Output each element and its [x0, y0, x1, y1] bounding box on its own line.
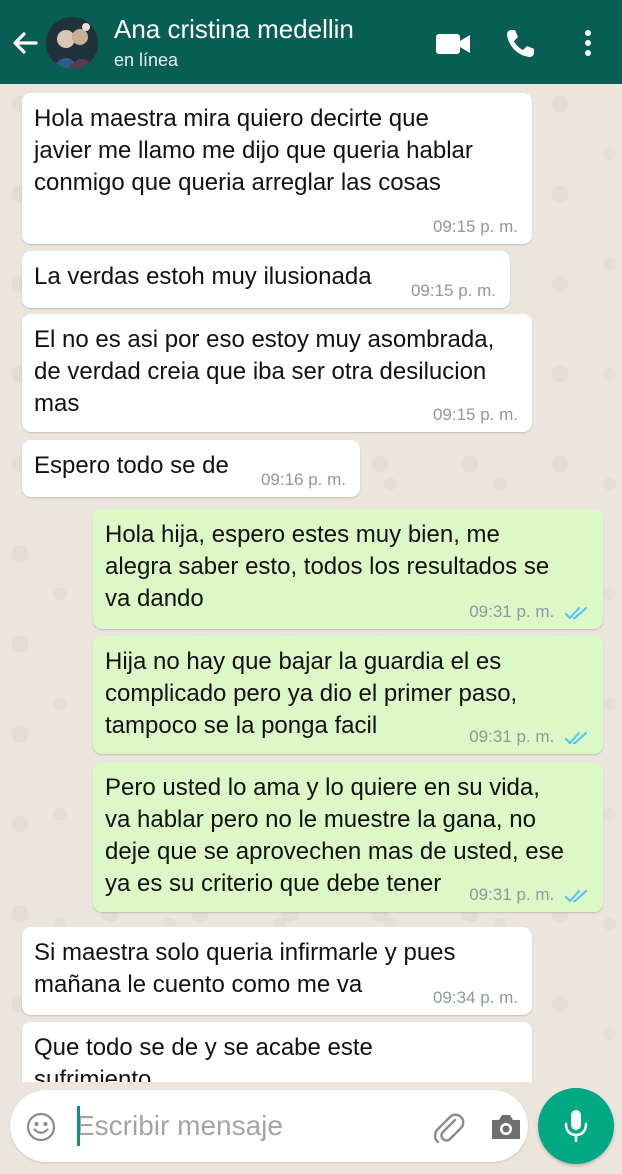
- avatar[interactable]: [46, 17, 98, 69]
- message-incoming[interactable]: Que todo se de y se acabe este sufrimien…: [22, 1022, 532, 1082]
- message-timestamp: 09:16 p. m.: [260, 470, 346, 489]
- emoji-icon[interactable]: [26, 1112, 56, 1142]
- message-meta: 09:31 p. m.: [469, 886, 589, 904]
- message-timestamp: 09:31 p. m.: [469, 885, 555, 904]
- back-arrow-icon[interactable]: [8, 26, 42, 60]
- message-text-line: de verdad creia que iba ser otra desiluc…: [34, 358, 487, 385]
- message-text-line: Hola hija, espero estes muy bien, me: [105, 521, 500, 548]
- contact-name[interactable]: Ana cristina medellin: [114, 14, 354, 45]
- message-text-line: conmigo que queria arreglar las cosas: [34, 169, 441, 196]
- message-text-line: Que todo se de y se acabe este: [34, 1034, 373, 1061]
- chat-messages-area[interactable]: Hola maestra mira quiero decirte que jav…: [0, 84, 622, 1082]
- message-incoming[interactable]: Hola maestra mira quiero decirte que jav…: [22, 93, 532, 244]
- video-call-icon[interactable]: [434, 26, 472, 60]
- message-timestamp: 09:15 p. m.: [432, 405, 518, 424]
- text-cursor: [77, 1106, 80, 1146]
- message-text-line: sufrimiento: [34, 1066, 152, 1082]
- mic-button[interactable]: [538, 1088, 614, 1164]
- message-timestamp: 09:15 p. m.: [432, 217, 518, 236]
- contact-status: en línea: [114, 50, 179, 70]
- double-check-icon: [565, 731, 587, 744]
- message-text-line: deje que se aprovechen mas de usted, ese: [105, 838, 564, 865]
- message-input[interactable]: Escribir mensaje: [76, 1110, 283, 1142]
- mic-icon: [564, 1110, 588, 1142]
- chat-header: Ana cristina medellin en línea: [0, 0, 622, 84]
- message-incoming[interactable]: Espero todo se de 09:16 p. m.: [22, 440, 360, 497]
- message-incoming[interactable]: El no es asi por eso estoy muy asombrada…: [22, 314, 532, 432]
- message-timestamp: 09:31 p. m.: [469, 727, 555, 746]
- message-text-line: va hablar pero no le muestre la gana, no: [105, 806, 536, 833]
- message-incoming[interactable]: La verdas estoh muy ilusionada 09:15 p. …: [22, 251, 510, 308]
- message-timestamp: 09:15 p. m.: [410, 281, 496, 300]
- message-timestamp: 09:34 p. m.: [432, 988, 518, 1007]
- message-text-line: Hola maestra mira quiero decirte que: [34, 105, 429, 132]
- phone-icon[interactable]: [502, 26, 540, 60]
- message-text-line: javier me llamo me dijo que queria habla…: [34, 137, 473, 164]
- message-outgoing[interactable]: Pero usted lo ama y lo quiere en su vida…: [93, 762, 603, 912]
- attach-icon[interactable]: [430, 1110, 466, 1146]
- double-check-icon: [565, 889, 587, 902]
- double-check-icon: [565, 606, 587, 619]
- message-composer[interactable]: Escribir mensaje: [10, 1090, 528, 1162]
- message-outgoing[interactable]: Hija no hay que bajar la guardia el es c…: [93, 636, 603, 754]
- message-timestamp: 09:31 p. m.: [469, 602, 555, 621]
- message-text-line: complicado pero ya dio el primer paso,: [105, 680, 518, 707]
- message-text-line: Si maestra solo queria infirmarle y pues: [34, 939, 456, 966]
- more-options-icon[interactable]: [574, 26, 602, 60]
- message-meta: 09:31 p. m.: [469, 728, 589, 746]
- message-text-line: Pero usted lo ama y lo quiere en su vida…: [105, 774, 540, 801]
- message-meta: 09:31 p. m.: [469, 603, 589, 621]
- message-outgoing[interactable]: Hola hija, espero estes muy bien, me ale…: [93, 509, 603, 629]
- message-text-line: alegra saber esto, todos los resultados …: [105, 553, 550, 580]
- message-incoming[interactable]: Si maestra solo queria infirmarle y pues…: [22, 927, 532, 1015]
- message-text-line: Hija no hay que bajar la guardia el es: [105, 648, 502, 675]
- camera-icon[interactable]: [488, 1112, 524, 1142]
- message-text-line: El no es asi por eso estoy muy asombrada…: [34, 326, 495, 353]
